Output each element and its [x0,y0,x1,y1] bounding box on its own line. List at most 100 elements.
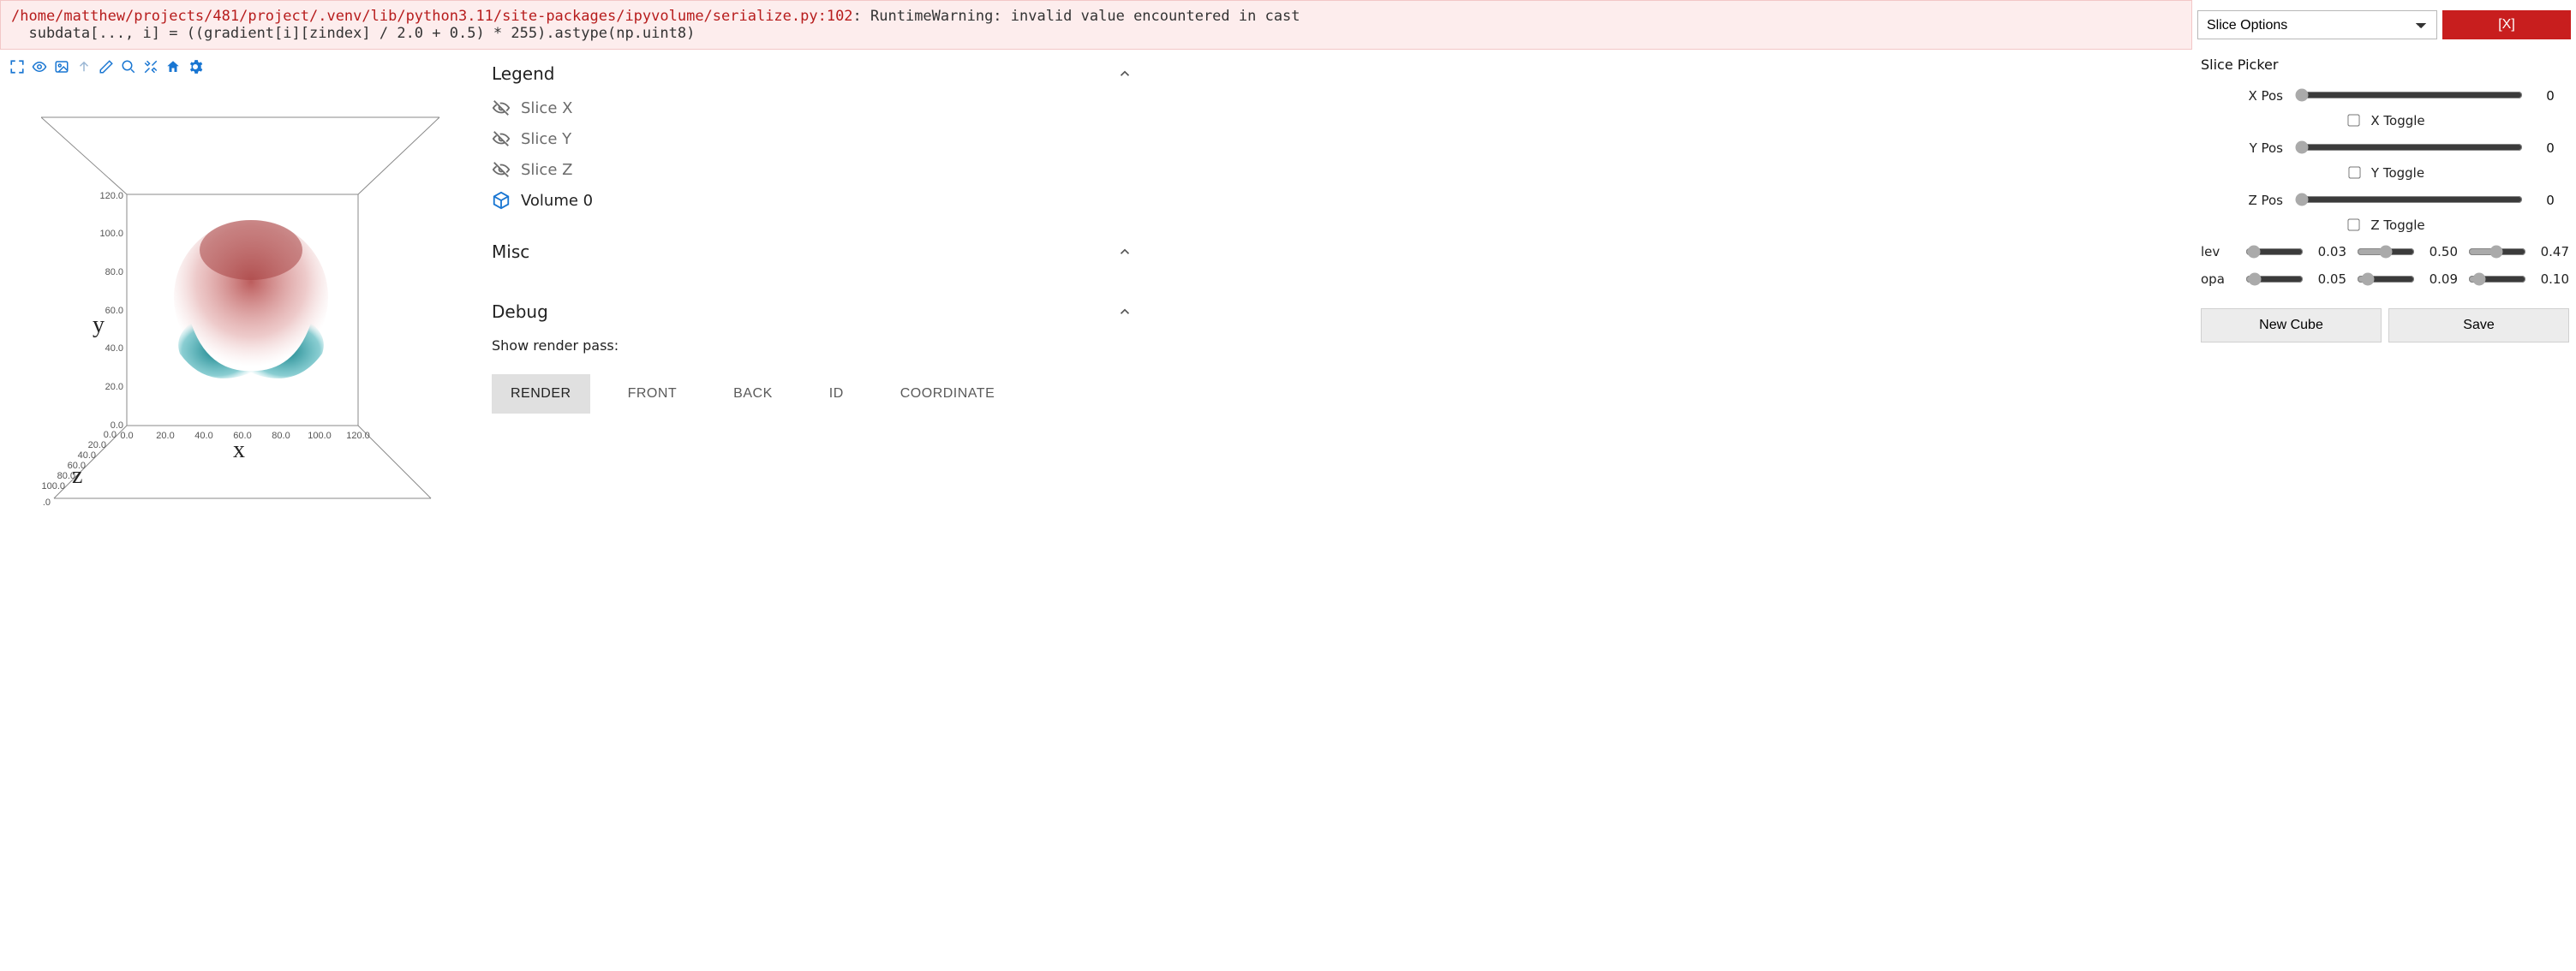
x-tick: 40.0 [194,431,212,441]
z-toggle-checkbox[interactable] [2348,218,2360,230]
y-tick: 20.0 [105,382,123,392]
zoom-icon[interactable] [120,58,137,75]
x-axis-label: x [233,437,245,464]
opacities-label: opa [2201,271,2235,287]
cube-icon [492,191,511,210]
x-pos-slider[interactable] [2295,88,2523,102]
home-icon[interactable] [164,58,182,75]
debug-title: Debug [492,301,548,322]
debug-panel: Debug Show render pass: RENDER FRONT BAC… [487,293,1138,431]
y-tick: 60.0 [105,306,123,316]
runtime-warning-banner: /home/matthew/projects/481/project/.venv… [0,0,2192,50]
z-pos-value: 0 [2531,193,2569,208]
legend-label: Volume 0 [521,192,593,210]
misc-title: Misc [492,241,529,262]
legend-item-slice-z[interactable]: Slice Z [492,154,1133,185]
x-tick: 120.0 [346,431,370,441]
settings-icon[interactable] [187,58,204,75]
slice-picker-title: Slice Picker [2201,55,2569,81]
levels-slider-3[interactable] [2468,245,2526,259]
y-pos-value: 0 [2531,140,2569,156]
x-tick: 80.0 [272,431,290,441]
eye-off-icon [492,129,511,148]
plot-toolbar [7,55,469,79]
save-button[interactable]: Save [2388,308,2569,343]
legend-item-volume-0[interactable]: Volume 0 [492,185,1133,216]
z-axis-label: z [72,462,82,490]
y-toggle-checkbox[interactable] [2348,166,2360,178]
warning-file-path: /home/matthew/projects/481/project/.venv… [11,8,853,25]
x-tick: 20.0 [156,431,174,441]
warning-code-line: subdata[..., i] = ((gradient[i][zindex] … [11,25,695,42]
legend-title: Legend [492,63,554,84]
close-button[interactable]: [X] [2442,10,2571,39]
x-pos-value: 0 [2531,88,2569,104]
x-toggle-label: X Toggle [2370,113,2424,128]
z-toggle-label: Z Toggle [2370,217,2424,233]
opacities-value-3: 0.10 [2533,271,2569,287]
opacities-value-1: 0.05 [2310,271,2346,287]
y-tick: 40.0 [105,343,123,354]
levels-slider-1[interactable] [2245,245,2304,259]
debug-header[interactable]: Debug [487,293,1138,327]
opacities-value-2: 0.09 [2422,271,2458,287]
levels-label: lev [2201,244,2235,259]
x-tick: 100.0 [308,431,332,441]
legend-item-slice-x[interactable]: Slice X [492,92,1133,123]
volume-plot-3d[interactable]: 0.0 20.0 40.0 60.0 80.0 100.0 120.0 0.0 … [41,96,452,541]
render-tab-id[interactable]: ID [810,374,863,414]
edit-icon[interactable] [98,58,115,75]
render-tab-render[interactable]: RENDER [492,374,590,414]
chevron-up-icon [1117,304,1133,319]
levels-slider-2[interactable] [2357,245,2415,259]
x-toggle-checkbox[interactable] [2348,114,2360,126]
levels-value-2: 0.50 [2422,244,2458,259]
slice-options-dropdown[interactable]: Slice Options [2197,10,2437,39]
eye-off-icon [492,160,511,179]
opacities-slider-2[interactable] [2357,272,2415,286]
levels-value-3: 0.47 [2533,244,2569,259]
y-tick: 100.0 [99,229,123,239]
chevron-up-icon [1117,244,1133,259]
x-tick: 0.0 [120,431,133,441]
legend-item-slice-y[interactable]: Slice Y [492,123,1133,154]
render-tab-front[interactable]: FRONT [609,374,696,414]
fullscreen-icon[interactable] [9,58,26,75]
z-tick: 40.0 [78,450,96,461]
misc-header[interactable]: Misc [487,233,1138,267]
tools-icon[interactable] [142,58,159,75]
y-pos-slider[interactable] [2295,140,2523,154]
opacities-slider-1[interactable] [2245,272,2304,286]
eye-off-icon [492,98,511,117]
y-axis-label: y [93,312,105,339]
y-pos-label: Y Pos [2201,140,2283,156]
legend-label: Slice Y [521,130,571,148]
eye-icon[interactable] [31,58,48,75]
x-pos-label: X Pos [2201,88,2283,104]
chevron-up-icon [1117,66,1133,81]
legend-label: Slice Z [521,161,572,179]
legend-header[interactable]: Legend [487,55,1138,89]
z-tick: 100.0 [41,481,65,491]
render-tab-back[interactable]: BACK [714,374,792,414]
new-cube-button[interactable]: New Cube [2201,308,2382,343]
misc-panel: Misc [487,233,1138,293]
z-tick: 0.0 [104,430,117,440]
y-tick: 120.0 [99,191,123,201]
z-tick: .0 [43,497,51,508]
image-icon[interactable] [53,58,70,75]
warning-message: : RuntimeWarning: invalid value encounte… [853,8,1300,25]
render-tab-coordinate[interactable]: COORDINATE [882,374,1013,414]
levels-value-1: 0.03 [2310,244,2346,259]
render-pass-label: Show render pass: [492,331,1133,374]
render-pass-tabs: RENDER FRONT BACK ID COORDINATE [492,374,1133,414]
z-pos-label: Z Pos [2201,193,2283,208]
legend-label: Slice X [521,99,572,117]
upload-icon [75,58,93,75]
y-toggle-label: Y Toggle [2371,165,2424,181]
z-tick: 20.0 [88,440,106,450]
y-tick: 80.0 [105,267,123,277]
legend-panel: Legend Slice X Slice Y [487,55,1138,233]
z-pos-slider[interactable] [2295,193,2523,206]
opacities-slider-3[interactable] [2468,272,2526,286]
